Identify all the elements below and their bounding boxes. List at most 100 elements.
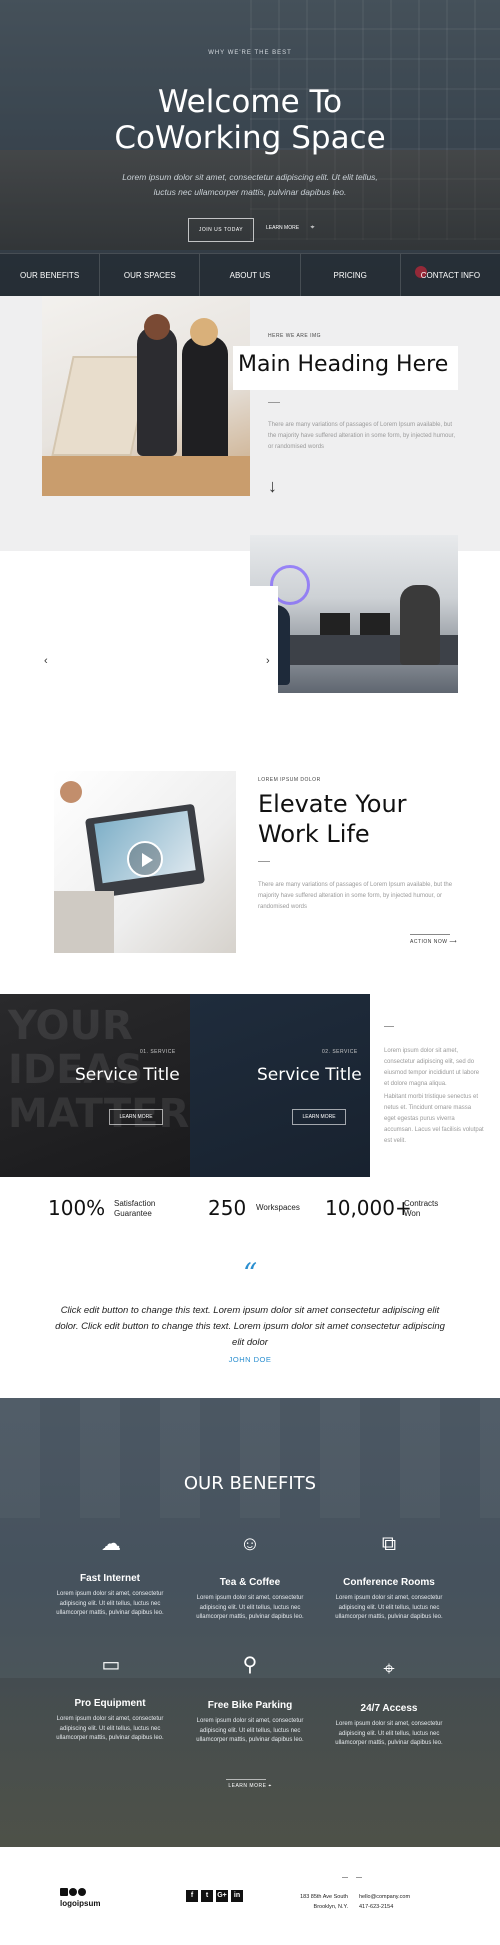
- mug: [60, 781, 82, 803]
- hero-title-line-1: Welcome To: [157, 84, 343, 120]
- map-pin-icon: ⌖: [383, 1658, 395, 1680]
- stat-number-satisfaction: 100%: [48, 1196, 106, 1220]
- person-2-head: [190, 318, 218, 346]
- service-2-kicker: 02. SERVICE: [322, 1049, 358, 1055]
- main-heading: Main Heading Here: [238, 352, 449, 377]
- join-us-button[interactable]: JOIN US TODAY: [188, 218, 254, 242]
- logo-text[interactable]: logoipsum: [60, 1899, 100, 1908]
- elevate-title: Elevate Your Work Life: [258, 789, 458, 849]
- bg-text-line-1: YOUR: [8, 1003, 133, 1049]
- twitter-icon[interactable]: t: [201, 1890, 213, 1902]
- arrow-right-icon: ⟶: [449, 939, 458, 945]
- benefit-text-24-7-access: Lorem ipsum dolor sit amet, consectetur …: [335, 1721, 443, 1746]
- facebook-icon[interactable]: f: [186, 1890, 198, 1902]
- elevate-title-line-1: Elevate Your: [258, 790, 407, 818]
- benefit-text-fast-internet: Lorem ipsum dolor sit amet, consectetur …: [56, 1591, 164, 1616]
- benefit-text-free-bike-parking: Lorem ipsum dolor sit amet, consectetur …: [196, 1718, 304, 1743]
- logo-mark-icon[interactable]: [60, 1888, 86, 1896]
- divider: [268, 402, 280, 403]
- benefits-learn-more-underline: [226, 1779, 266, 1780]
- hero-title: Welcome To CoWorking Space: [0, 84, 500, 156]
- bike-icon: ⚲: [242, 1654, 258, 1676]
- hero-subtitle: Lorem ipsum dolor sit amet, consectetur …: [122, 172, 378, 197]
- service-1-title: Service Title: [75, 1065, 180, 1085]
- footer-contact: hello@company.com 417-623-2154: [359, 1892, 439, 1912]
- testimonial-author[interactable]: JOHN DOE: [0, 1355, 500, 1364]
- benefit-title-fast-internet: Fast Internet: [79, 1573, 140, 1584]
- stat-label-line-2: Guarantee: [114, 1209, 152, 1218]
- services-paragraph-2: Habitant morbi tristique senectus et net…: [384, 1094, 484, 1144]
- stat-label-line-1: Satisfaction: [114, 1199, 156, 1208]
- footer-address: 183 85th Ave South Brooklyn, N.Y.: [300, 1892, 348, 1912]
- footer-phone[interactable]: 417-623-2154: [359, 1902, 439, 1912]
- benefit-title-24-7-access: 24/7 Access: [360, 1703, 418, 1714]
- benefits-learn-more-link[interactable]: LEARN MORE ⌖: [0, 1783, 500, 1789]
- testimonial-text: Click edit button to change this text. L…: [55, 1305, 445, 1348]
- laptop-1: [320, 613, 350, 635]
- benefit-text-pro-equipment: Lorem ipsum dolor sit amet, consectetur …: [56, 1716, 164, 1741]
- benefits-title: OUR BENEFITS: [183, 1473, 317, 1494]
- stat-label-line-2: Won: [404, 1209, 421, 1218]
- benefit-text-conference-rooms: Lorem ipsum dolor sit amet, consectetur …: [335, 1595, 443, 1620]
- intro-kicker: HERE WE ARE IMG: [268, 333, 322, 339]
- image-notch: [250, 586, 278, 693]
- nav-item-pricing[interactable]: PRICING: [301, 254, 401, 296]
- benefit-title-free-bike-parking: Free Bike Parking: [207, 1700, 293, 1711]
- service-1-kicker: 01. SERVICE: [140, 1049, 176, 1055]
- nav-item-our-benefits[interactable]: OUR BENEFITS: [0, 254, 101, 296]
- divider: [356, 1877, 362, 1878]
- address-line-2: Brooklyn, N.Y.: [313, 1904, 348, 1910]
- person-1-head: [144, 314, 170, 340]
- map-pin-icon: ⌖: [268, 1783, 272, 1789]
- action-now-label: ACTION NOW: [410, 939, 448, 945]
- nav-item-about-us[interactable]: ABOUT US: [200, 254, 301, 296]
- office-team-image: [250, 535, 458, 693]
- service-card-1: YOUR IDEAS MATTER: [0, 994, 190, 1177]
- benefit-title-pro-equipment: Pro Equipment: [74, 1698, 146, 1709]
- social-links: f t G+ in: [186, 1890, 243, 1902]
- divider: [342, 1877, 348, 1878]
- person-1: [137, 326, 177, 456]
- monitor-icon: ▭: [101, 1654, 121, 1676]
- elevate-kicker: LOREM IPSUM DOLOR: [258, 777, 321, 783]
- divider: [258, 861, 270, 862]
- address-line-1: 183 85th Ave South: [300, 1894, 348, 1900]
- stat-label-contracts: Contracts Won: [404, 1199, 438, 1219]
- smile-icon: ☺: [239, 1533, 261, 1555]
- benefit-title-tea-coffee: Tea & Coffee: [219, 1577, 281, 1588]
- table: [42, 456, 250, 496]
- stat-number-workspaces: 250: [208, 1196, 247, 1220]
- stat-label-line-1: Contracts: [404, 1199, 439, 1208]
- service-2-learn-more-button[interactable]: LEARN MORE: [292, 1109, 346, 1125]
- scroll-down-arrow-icon[interactable]: ↓: [268, 476, 277, 497]
- elevate-paragraph: There are many variations of passages of…: [258, 882, 453, 910]
- nav-item-contact-info[interactable]: CONTACT INFO: [401, 254, 500, 296]
- cloud-icon: ☁: [101, 1533, 121, 1555]
- service-1-learn-more-button[interactable]: LEARN MORE: [109, 1109, 163, 1125]
- laptop-video-thumbnail[interactable]: [54, 771, 236, 953]
- action-underline: [410, 934, 450, 935]
- notebook: [54, 891, 114, 953]
- hero-kicker: WHY WE'RE THE BEST: [208, 50, 292, 56]
- hero-title-line-2: CoWorking Space: [114, 120, 386, 156]
- google-plus-icon[interactable]: G+: [216, 1890, 228, 1902]
- service-2-title: Service Title: [257, 1065, 362, 1085]
- person-right: [400, 585, 440, 665]
- benefit-text-tea-coffee: Lorem ipsum dolor sit amet, consectetur …: [196, 1595, 304, 1620]
- action-now-button[interactable]: ACTION NOW ⟶: [410, 939, 457, 945]
- slider-prev-arrow-icon[interactable]: ‹: [44, 655, 48, 667]
- intro-paragraph: There are many variations of passages of…: [268, 422, 455, 450]
- play-icon[interactable]: [127, 841, 163, 877]
- hero-learn-more-label: LEARN MORE: [266, 225, 300, 231]
- elevate-title-line-2: Work Life: [258, 820, 370, 848]
- stat-number-contracts: 10,000+: [325, 1196, 412, 1220]
- hero-learn-more-link[interactable]: LEARN MORE ⌖: [266, 224, 314, 232]
- linkedin-icon[interactable]: in: [231, 1890, 243, 1902]
- slider-next-arrow-icon[interactable]: ›: [266, 655, 270, 667]
- main-navigation: OUR BENEFITS OUR SPACES ABOUT US PRICING…: [0, 253, 500, 296]
- footer-email[interactable]: hello@company.com: [359, 1892, 439, 1902]
- quote-icon: “: [242, 1257, 258, 1290]
- stat-label-satisfaction: Satisfaction Guarantee: [114, 1199, 155, 1219]
- stat-label-workspaces: Workspaces: [256, 1203, 300, 1212]
- nav-item-our-spaces[interactable]: OUR SPACES: [100, 254, 201, 296]
